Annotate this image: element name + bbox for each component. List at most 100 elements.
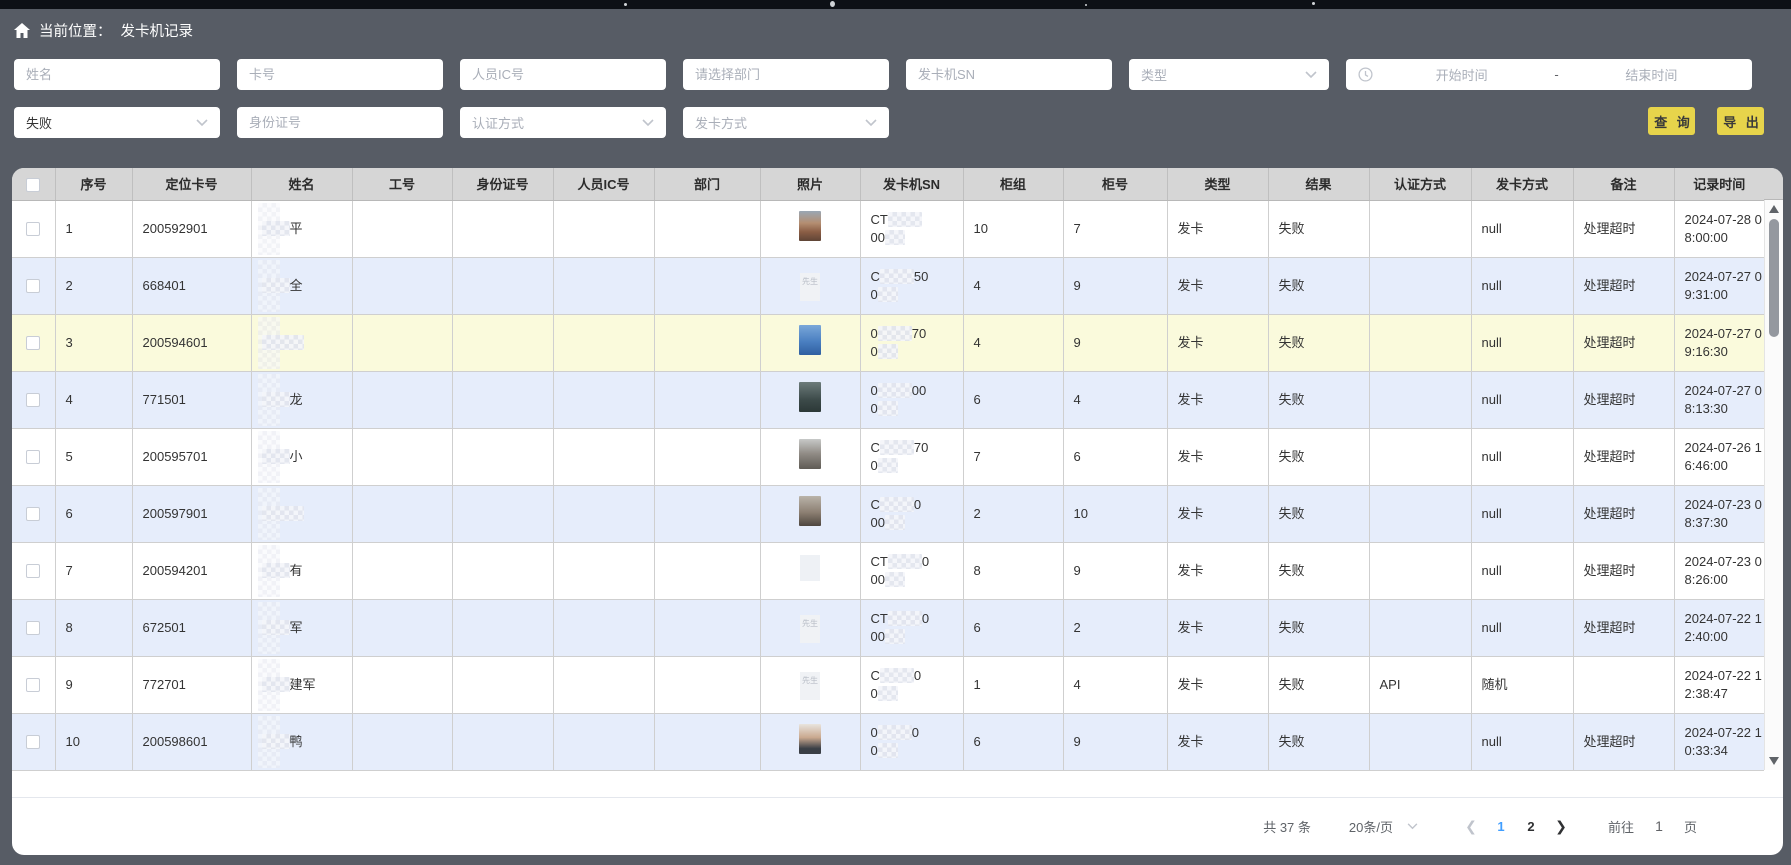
seq-cell: 5 — [55, 428, 132, 485]
column-header: 照片 — [760, 168, 860, 200]
person-photo[interactable] — [799, 382, 821, 412]
machine-sn-cell: 0000 — [860, 371, 963, 428]
person-ic-input[interactable] — [472, 59, 654, 90]
locator-card-cell: 200594201 — [132, 542, 251, 599]
table-row[interactable]: 7200594201有CT00089发卡失败null处理超时2024-07-23… — [12, 542, 1764, 599]
scrollbar-thumb[interactable] — [1769, 219, 1779, 337]
person-ic-cell — [553, 428, 654, 485]
auth-method-cell — [1369, 428, 1471, 485]
table-row[interactable]: 3200594601070049发卡失败null处理超时2024-07-27 0… — [12, 314, 1764, 371]
person-ic-filter[interactable] — [460, 59, 666, 90]
page-number-2[interactable]: 2 — [1516, 819, 1546, 834]
name-input[interactable] — [26, 59, 208, 90]
id-number-input[interactable] — [249, 107, 431, 138]
issue-method-cell: null — [1471, 713, 1573, 770]
seq-cell: 3 — [55, 314, 132, 371]
home-icon[interactable] — [14, 23, 30, 38]
export-button[interactable]: 导 出 — [1717, 107, 1764, 135]
machine-sn-cell: C00 — [860, 656, 963, 713]
issue-method-cell: 随机 — [1471, 656, 1573, 713]
result-select[interactable]: 失败 — [14, 107, 220, 138]
table-scrollbar[interactable] — [1764, 200, 1783, 770]
goto-page-input[interactable]: 1 — [1648, 818, 1670, 834]
name-filter[interactable] — [14, 59, 220, 90]
table-row[interactable]: 1200592901平CT00107发卡失败null处理超时2024-07-28… — [12, 200, 1764, 257]
auth-method-select[interactable]: 认证方式 — [460, 107, 666, 138]
row-checkbox[interactable] — [26, 279, 40, 293]
person-photo[interactable] — [799, 325, 821, 355]
person-photo[interactable] — [799, 439, 821, 469]
row-checkbox[interactable] — [26, 564, 40, 578]
scroll-up-arrow-icon[interactable] — [1765, 202, 1783, 216]
photo-placeholder[interactable]: 先生 — [800, 273, 820, 301]
issue-method-select[interactable]: 发卡方式 — [683, 107, 889, 138]
photo-placeholder[interactable]: 先生 — [800, 615, 820, 643]
row-checkbox-cell — [12, 713, 55, 770]
record-time-cell: 2024-07-27 09:31:00 — [1674, 257, 1764, 314]
select-all-checkbox[interactable] — [26, 178, 40, 192]
cabinet-number-cell: 9 — [1063, 713, 1167, 770]
result-cell: 失败 — [1268, 257, 1369, 314]
row-checkbox[interactable] — [26, 507, 40, 521]
auth-method-cell: API — [1369, 656, 1471, 713]
prev-page-button[interactable]: ❮ — [1456, 818, 1486, 835]
person-photo[interactable] — [799, 211, 821, 241]
table-row[interactable]: 8672501军先生CT00062发卡失败null处理超时2024-07-22 … — [12, 599, 1764, 656]
page-number-1[interactable]: 1 — [1486, 819, 1516, 834]
card-input[interactable] — [249, 59, 431, 90]
end-time-placeholder[interactable]: 结束时间 — [1563, 65, 1740, 84]
table-row[interactable]: 10200598601鸭00069发卡失败null处理超时2024-07-22 … — [12, 713, 1764, 770]
row-checkbox[interactable] — [26, 450, 40, 464]
table-row[interactable]: 9772701建军先生C0014发卡失败API随机2024-07-22 12:3… — [12, 656, 1764, 713]
department-input[interactable] — [695, 59, 877, 90]
row-checkbox[interactable] — [26, 678, 40, 692]
row-checkbox[interactable] — [26, 621, 40, 635]
machine-sn-input[interactable] — [918, 59, 1100, 90]
card-filter[interactable] — [237, 59, 443, 90]
column-header: 结果 — [1268, 168, 1369, 200]
page-size-select[interactable]: 20条/页 — [1349, 817, 1418, 836]
row-checkbox[interactable] — [26, 393, 40, 407]
photo-placeholder[interactable] — [800, 555, 820, 581]
type-cell: 发卡 — [1167, 713, 1268, 770]
type-select[interactable]: 类型 — [1129, 59, 1329, 90]
redacted-sn — [885, 515, 905, 530]
redacted-name — [262, 506, 304, 521]
person-photo[interactable] — [799, 496, 821, 526]
query-button[interactable]: 查 询 — [1648, 107, 1695, 135]
column-header: 工号 — [352, 168, 452, 200]
person-ic-cell — [553, 713, 654, 770]
cabinet-number-cell: 2 — [1063, 599, 1167, 656]
table-row[interactable]: 6200597901C000210发卡失败null处理超时2024-07-23 … — [12, 485, 1764, 542]
person-ic-cell — [553, 257, 654, 314]
cabinet-group-cell: 4 — [963, 314, 1063, 371]
row-checkbox[interactable] — [26, 336, 40, 350]
column-header: 人员IC号 — [553, 168, 654, 200]
worker-id-cell — [352, 428, 452, 485]
auth-method-cell — [1369, 485, 1471, 542]
machine-sn-filter[interactable] — [906, 59, 1112, 90]
row-checkbox[interactable] — [26, 222, 40, 236]
table-row[interactable]: 4771501龙000064发卡失败null处理超时2024-07-27 08:… — [12, 371, 1764, 428]
scroll-down-arrow-icon[interactable] — [1765, 754, 1783, 768]
person-photo[interactable] — [799, 724, 821, 754]
department-filter[interactable] — [683, 59, 889, 90]
row-checkbox[interactable] — [26, 735, 40, 749]
table-row[interactable]: 2668401全先生C50049发卡失败null处理超时2024-07-27 0… — [12, 257, 1764, 314]
id-number-filter[interactable] — [237, 107, 443, 138]
photo-placeholder[interactable]: 先生 — [800, 672, 820, 700]
id-number-cell — [452, 485, 553, 542]
cabinet-group-cell: 1 — [963, 656, 1063, 713]
next-page-button[interactable]: ❯ — [1546, 818, 1576, 835]
redacted-sn — [878, 287, 898, 302]
seq-cell: 2 — [55, 257, 132, 314]
cabinet-group-cell: 10 — [963, 200, 1063, 257]
chevron-down-icon — [1407, 823, 1418, 830]
date-range-picker[interactable]: 开始时间 - 结束时间 — [1346, 59, 1752, 90]
table-row[interactable]: 5200595701小C70076发卡失败null处理超时2024-07-26 … — [12, 428, 1764, 485]
locator-card-cell: 200597901 — [132, 485, 251, 542]
cabinet-number-cell: 9 — [1063, 542, 1167, 599]
redacted-sn — [878, 401, 898, 416]
start-time-placeholder[interactable]: 开始时间 — [1373, 65, 1550, 84]
record-time-cell: 2024-07-28 08:00:00 — [1674, 200, 1764, 257]
